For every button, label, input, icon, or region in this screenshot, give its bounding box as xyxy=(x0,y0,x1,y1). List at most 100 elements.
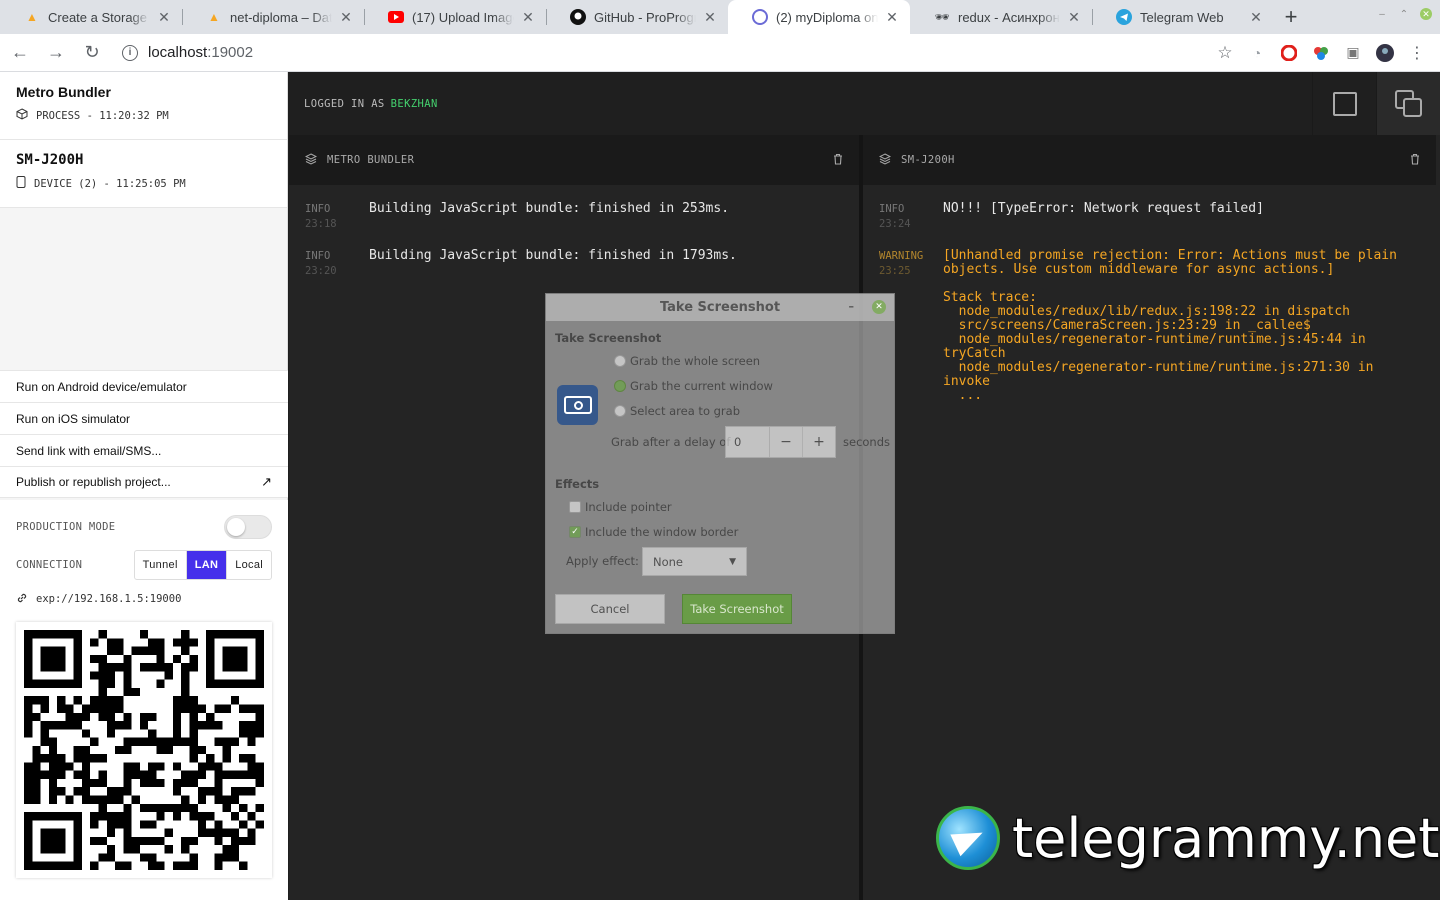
layers-icon xyxy=(304,152,318,168)
source-card-device[interactable]: SM-J200H DEVICE (2) - 11:25:05 PM xyxy=(0,140,287,208)
option-current-window[interactable]: Grab the current window xyxy=(614,379,773,393)
exp-url[interactable]: exp://192.168.1.5:19000 xyxy=(36,593,181,605)
sunglasses-icon: 🕶 xyxy=(934,10,950,24)
back-icon[interactable]: ← xyxy=(4,37,36,69)
log-message: [Unhandled promise rejection: Error: Act… xyxy=(943,248,1397,403)
log-line: INFO 23:24 NO!!! [TypeError: Network requ… xyxy=(863,202,1436,232)
source-card-metro-bundler[interactable]: Metro Bundler PROCESS - 11:20:32 PM xyxy=(0,72,287,140)
bookmark-star-icon[interactable]: ☆ xyxy=(1216,43,1234,62)
color-extension-icon[interactable] xyxy=(1312,44,1330,62)
run-android-button[interactable]: Run on Android device/emulator xyxy=(0,370,288,402)
radio-icon xyxy=(614,355,626,367)
single-square-icon xyxy=(1332,91,1357,116)
menu-dots-icon[interactable]: ⋮ xyxy=(1408,44,1426,62)
layers-icon xyxy=(878,152,892,168)
connection-lan-button[interactable]: LAN xyxy=(185,551,227,579)
exp-url-row: exp://192.168.1.5:19000 xyxy=(16,584,272,614)
trash-icon[interactable] xyxy=(1410,153,1420,168)
connection-tunnel-button[interactable]: Tunnel xyxy=(135,551,186,579)
action-list: Run on Android device/emulator Run on iO… xyxy=(0,370,288,498)
close-window-icon[interactable]: ✕ xyxy=(1420,8,1432,20)
url-host: localhost xyxy=(148,44,208,61)
image-extension-icon[interactable]: ▣ xyxy=(1344,44,1362,62)
address-bar[interactable]: i localhost:19002 xyxy=(122,38,1216,68)
split-pane-button[interactable] xyxy=(1376,72,1440,135)
forward-icon[interactable]: → xyxy=(40,37,72,69)
dialog-minimize-icon[interactable]: – xyxy=(849,300,855,313)
profile-avatar-icon[interactable] xyxy=(1376,43,1394,62)
watermark-text: telegrammy.net xyxy=(1012,806,1440,870)
delay-decrement-button[interactable]: − xyxy=(770,427,803,457)
take-screenshot-button[interactable]: Take Screenshot xyxy=(682,594,792,624)
option-whole-screen[interactable]: Grab the whole screen xyxy=(614,354,760,368)
log-level-text: INFO xyxy=(879,203,905,215)
tab-close-icon[interactable]: ✕ xyxy=(338,9,354,26)
tab-close-icon[interactable]: ✕ xyxy=(156,9,172,26)
tab-title: Telegram Web xyxy=(1140,9,1224,25)
site-info-icon[interactable]: i xyxy=(122,44,138,61)
phone-icon xyxy=(16,176,26,191)
log-message: Building JavaScript bundle: finished in … xyxy=(369,248,737,263)
log-level: INFO 23:20 xyxy=(305,249,369,279)
log-time: 23:18 xyxy=(305,218,337,230)
publish-button[interactable]: Publish or republish project... ↗ xyxy=(0,466,288,498)
tab-close-icon[interactable]: ✕ xyxy=(1248,9,1264,26)
source-name: Metro Bundler xyxy=(16,84,111,100)
trash-icon[interactable] xyxy=(833,153,843,168)
connection-label: CONNECTION xyxy=(16,559,83,571)
browser-tab[interactable]: Telegram Web ✕ xyxy=(1092,0,1274,34)
tab-title: net-diploma – Datab xyxy=(230,9,332,25)
browser-tab-strip: ▲ Create a Storage Ref ✕ ▲ net-diploma –… xyxy=(0,0,1440,34)
tab-title: (17) Upload Images xyxy=(412,9,514,25)
log-line: INFO 23:20 Building JavaScript bundle: fi… xyxy=(289,249,859,279)
browser-tab[interactable]: (17) Upload Images ✕ xyxy=(364,0,546,34)
radio-selected-icon xyxy=(614,380,626,392)
reload-icon[interactable]: ↻ xyxy=(76,37,108,69)
section-effects: Effects xyxy=(555,477,600,491)
log-message: NO!!! [TypeError: Network request failed… xyxy=(943,201,1264,216)
delay-spinner: 0 − + xyxy=(725,426,836,458)
log-time: 23:24 xyxy=(879,218,911,230)
run-ios-button[interactable]: Run on iOS simulator xyxy=(0,402,288,434)
youtube-icon xyxy=(388,9,404,25)
browser-tab[interactable]: 🕶 redux - Асинхронны ✕ xyxy=(910,0,1092,34)
firebase-icon: ▲ xyxy=(26,10,38,24)
include-border-checkbox[interactable]: ✓ Include the window border xyxy=(569,525,738,539)
connection-local-button[interactable]: Local xyxy=(226,551,271,579)
browser-tab[interactable]: ▲ Create a Storage Ref ✕ xyxy=(0,0,182,34)
extension-clock-icon[interactable]: ◔ xyxy=(1248,44,1266,62)
tab-close-icon[interactable]: ✕ xyxy=(884,9,900,26)
pane-title: SM-J200H xyxy=(901,154,955,166)
dialog-close-icon[interactable]: ✕ xyxy=(872,300,886,314)
tab-close-icon[interactable]: ✕ xyxy=(702,9,718,26)
apply-effect-select[interactable]: None ▼ xyxy=(642,547,747,576)
opera-extension-icon[interactable] xyxy=(1280,44,1298,62)
tab-close-icon[interactable]: ✕ xyxy=(520,9,536,26)
top-bar: LOGGED IN AS BEKZHAN xyxy=(289,72,1440,135)
tab-close-icon[interactable]: ✕ xyxy=(1066,9,1082,26)
source-meta: DEVICE (2) - 11:25:05 PM xyxy=(16,176,271,191)
window-controls: – ⌃ ✕ xyxy=(1376,8,1432,20)
camera-icon xyxy=(557,385,598,425)
option-label: Grab the whole screen xyxy=(630,354,761,368)
browser-tab[interactable]: GitHub - ProProgram ✕ xyxy=(546,0,728,34)
delay-increment-button[interactable]: + xyxy=(803,427,835,457)
browser-tab[interactable]: ▲ net-diploma – Datab ✕ xyxy=(182,0,364,34)
action-label: Publish or republish project... xyxy=(16,475,171,489)
cancel-button[interactable]: Cancel xyxy=(555,594,665,624)
delay-value[interactable]: 0 xyxy=(726,427,770,457)
production-mode-toggle[interactable] xyxy=(224,515,272,539)
production-mode-label: PRODUCTION MODE xyxy=(16,521,116,533)
browser-tab-active[interactable]: (2) myDiploma on Ex ✕ xyxy=(728,0,910,34)
send-link-button[interactable]: Send link with email/SMS... xyxy=(0,434,288,466)
new-tab-button[interactable]: + xyxy=(1274,0,1308,34)
maximize-window-icon[interactable]: ⌃ xyxy=(1398,8,1410,20)
tab-title: redux - Асинхронны xyxy=(958,9,1060,25)
log-message: Building JavaScript bundle: finished in … xyxy=(369,201,730,216)
include-pointer-checkbox[interactable]: Include pointer xyxy=(569,500,672,514)
username: BEKZHAN xyxy=(390,97,438,110)
minimize-window-icon[interactable]: – xyxy=(1376,8,1388,20)
single-pane-button[interactable] xyxy=(1312,72,1376,135)
option-select-area[interactable]: Select area to grab xyxy=(614,404,740,418)
section-take-screenshot: Take Screenshot xyxy=(555,331,662,345)
